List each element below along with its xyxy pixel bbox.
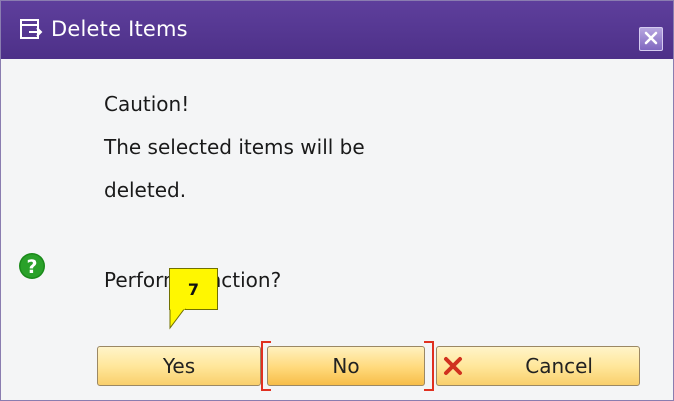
question-icon: ? [18, 252, 46, 280]
close-button[interactable] [639, 27, 663, 51]
svg-text:?: ? [26, 256, 37, 278]
cancel-x-icon [443, 356, 463, 376]
tooltip-pointer [169, 307, 191, 330]
focus-outline-right [424, 341, 434, 391]
step-number-tooltip: 7 [169, 268, 218, 310]
message-line-3: deleted. [104, 178, 187, 202]
yes-button[interactable]: Yes [97, 346, 261, 386]
dialog-title: Delete Items [51, 17, 188, 41]
caution-text: Caution! [104, 92, 190, 116]
no-button[interactable]: No [267, 346, 425, 386]
message-line-2: The selected items will be [104, 135, 365, 159]
cancel-button[interactable]: Cancel [436, 346, 640, 386]
cancel-button-label: Cancel [525, 354, 593, 378]
delete-items-dialog: Delete Items Caution! The selected items… [0, 0, 674, 401]
dialog-titlebar: Delete Items [1, 1, 673, 59]
dialog-window-icon [19, 17, 43, 41]
close-icon [644, 30, 658, 49]
